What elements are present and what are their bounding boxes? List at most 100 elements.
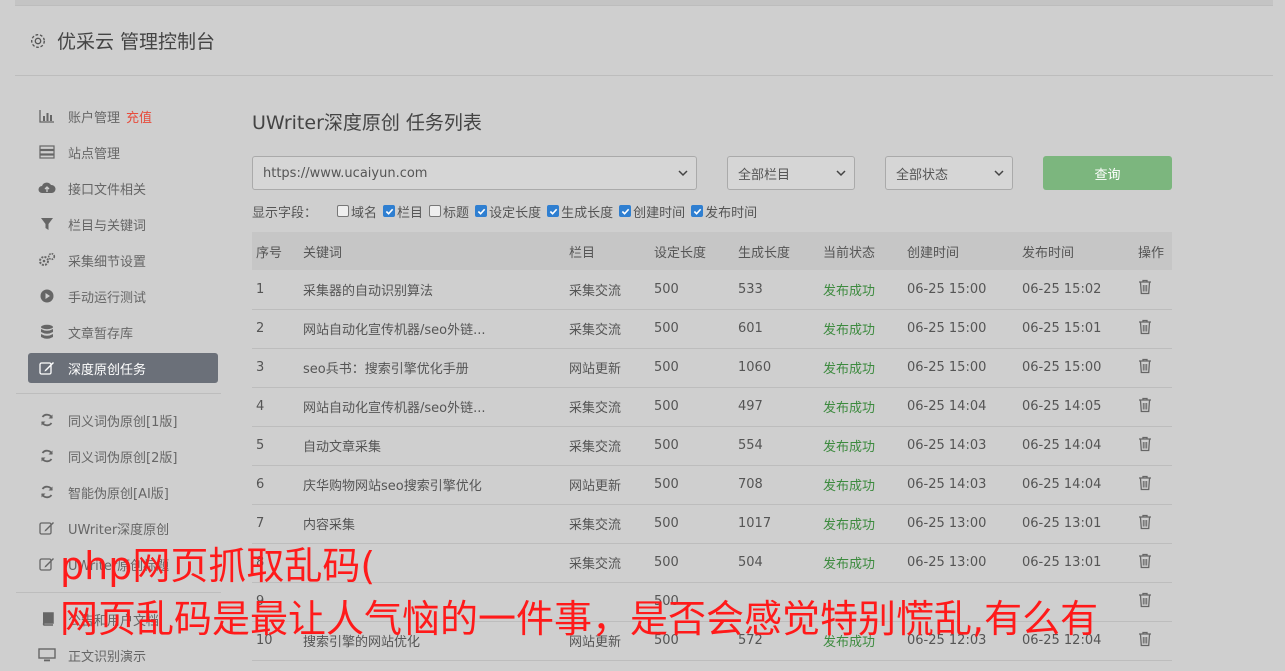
refresh-icon: [38, 484, 56, 500]
column-header: 操作: [1138, 245, 1165, 261]
field-checkbox[interactable]: 标题: [429, 202, 469, 221]
sidebar-item[interactable]: 同义词伪原创[1版]: [28, 402, 218, 438]
table-cell-actions: [1134, 348, 1172, 388]
sidebar-item-label: 站点管理: [68, 146, 121, 162]
field-checkbox[interactable]: 发布时间: [691, 202, 757, 221]
checkbox-checked-icon: [691, 205, 704, 217]
trash-icon[interactable]: [1138, 592, 1152, 608]
trash-icon[interactable]: [1138, 279, 1152, 295]
app-header: 优采云 管理控制台: [15, 6, 1273, 76]
sidebar-item[interactable]: 栏目与关键词: [28, 206, 218, 242]
trash-icon[interactable]: [1138, 553, 1152, 569]
table-cell: 06-25 14:04: [1018, 426, 1134, 466]
table-cell: 06-25 13:00: [903, 543, 1018, 583]
table-cell: 1060: [734, 348, 819, 388]
trash-icon[interactable]: [1138, 319, 1152, 335]
table-cell: 2: [252, 309, 299, 349]
table-row: 1 采集器的自动识别算法 采集交流 500 533 发布成功 06-25 15:00 06-2…: [252, 270, 1172, 310]
sidebar-item[interactable]: 接口文件相关: [28, 170, 218, 206]
field-checkbox[interactable]: 域名: [337, 202, 377, 221]
table-cell: 601: [734, 309, 819, 349]
table-cell: 06-25 15:00: [903, 309, 1018, 349]
table-cell: 06-25 14:03: [903, 465, 1018, 505]
sidebar-item[interactable]: 采集细节设置: [28, 242, 218, 278]
field-checkbox[interactable]: 设定长度: [475, 202, 541, 221]
table-row: 3 seo兵书：搜索引擎优化手册 网站更新 500 1060 发布成功 06-25 15:0…: [252, 348, 1172, 388]
table-cell: 发布成功: [819, 387, 903, 427]
table-cell-actions: [1134, 426, 1172, 466]
table-cell: 网站更新: [565, 465, 650, 505]
column-select[interactable]: 全部栏目: [727, 156, 855, 190]
checkbox-checked-icon: [475, 205, 488, 217]
table-cell: 4: [252, 387, 299, 427]
gear-icon: [31, 33, 45, 48]
table-cell: 06-25 14:04: [903, 387, 1018, 427]
checkbox-unchecked-icon: [337, 205, 350, 217]
sidebar-item[interactable]: 智能伪原创[AI版]: [28, 474, 218, 510]
table-cell: 采集交流: [565, 270, 650, 310]
status-select[interactable]: 全部状态: [885, 156, 1013, 190]
table-cell: 500: [650, 309, 734, 349]
app-title: 优采云 管理控制台: [57, 31, 216, 53]
sidebar-item-label: 栏目与关键词: [68, 218, 147, 234]
field-checkbox-label: 创建时间: [633, 205, 686, 221]
table-cell: 06-25 15:02: [1018, 270, 1134, 310]
edit-icon: [38, 520, 56, 536]
table-cell-actions: [1134, 621, 1172, 661]
table-cell: 网站自动化宣传机器/seo外链...: [299, 309, 565, 349]
field-checkbox[interactable]: 生成长度: [547, 202, 613, 221]
field-checkbox-label: 标题: [443, 205, 470, 221]
trash-icon[interactable]: [1138, 358, 1152, 374]
sidebar-item[interactable]: 文章暂存库: [28, 314, 218, 350]
play-icon: [38, 288, 56, 304]
trash-icon[interactable]: [1138, 475, 1152, 491]
sidebar-item[interactable]: 站点管理: [28, 134, 218, 170]
page-title: UWriter深度原创 任务列表: [252, 112, 482, 134]
sidebar-item[interactable]: 手动运行测试: [28, 278, 218, 314]
checkbox-unchecked-icon: [429, 205, 442, 217]
chevron-down-icon: [994, 170, 1004, 177]
table-cell-actions: [1134, 387, 1172, 427]
table-cell: 554: [734, 426, 819, 466]
field-checkbox[interactable]: 栏目: [383, 202, 423, 221]
sidebar-item-label: 文章暂存库: [68, 326, 134, 342]
sidebar-item-label: 智能伪原创[AI版]: [68, 486, 169, 502]
table-cell-actions: [1134, 504, 1172, 544]
query-button[interactable]: 查询: [1043, 156, 1172, 190]
trash-icon[interactable]: [1138, 436, 1152, 452]
sidebar-item[interactable]: 同义词伪原创[2版]: [28, 438, 218, 474]
column-header: 关键词: [303, 245, 343, 261]
sidebar-item-label: 采集细节设置: [68, 254, 147, 270]
table-cell: 500: [650, 387, 734, 427]
table-cell: 500: [650, 465, 734, 505]
trash-icon[interactable]: [1138, 514, 1152, 530]
table-cell-actions: [1134, 270, 1172, 310]
table-row: 5 自动文章采集 采集交流 500 554 发布成功 06-25 14:03 06-25 14…: [252, 426, 1172, 466]
table-cell: 发布成功: [819, 426, 903, 466]
recharge-link[interactable]: 充值: [126, 107, 152, 126]
edit-icon: [38, 556, 56, 572]
trash-icon[interactable]: [1138, 397, 1152, 413]
table-cell: 发布成功: [819, 348, 903, 388]
table-cell: 708: [734, 465, 819, 505]
display-fields: 显示字段： 域名 栏目 标题 设定长度 生成长度 创建时间 发布时间: [252, 202, 763, 221]
site-select[interactable]: https://www.ucaiyun.com: [252, 156, 697, 190]
table-cell-actions: [1134, 543, 1172, 583]
sidebar-divider: [16, 393, 221, 394]
checkbox-checked-icon: [619, 205, 632, 217]
checkbox-checked-icon: [547, 205, 560, 217]
table-cell: 发布成功: [819, 270, 903, 310]
refresh-icon: [38, 448, 56, 464]
sidebar-item[interactable]: 深度原创任务: [28, 353, 218, 383]
table-cell: 庆华购物网站seo搜索引擎优化: [299, 465, 565, 505]
trash-icon[interactable]: [1138, 631, 1152, 647]
table-cell: 5: [252, 426, 299, 466]
table-row: 6 庆华购物网站seo搜索引擎优化 网站更新 500 708 发布成功 06-25 14:0…: [252, 465, 1172, 505]
column-header: 设定长度: [654, 245, 707, 261]
sidebar-item[interactable]: 账户管理 充值: [28, 98, 218, 134]
field-checkbox[interactable]: 创建时间: [619, 202, 685, 221]
field-checkbox-label: 设定长度: [489, 205, 542, 221]
site-select-value: https://www.ucaiyun.com: [263, 165, 428, 181]
status-select-value: 全部状态: [896, 167, 949, 183]
table-cell: 06-25 14:03: [903, 426, 1018, 466]
